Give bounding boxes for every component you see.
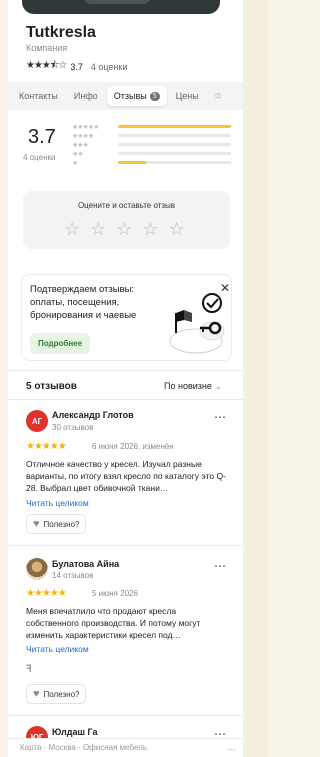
distribution-stars-icon: ★★★★ [72, 132, 94, 140]
star-icon[interactable]: ☆ [90, 219, 106, 239]
distribution-bar [118, 125, 231, 128]
distribution-stars-icon: ★★★★★ [72, 123, 99, 131]
rating-stars-icon: ★★★⯪☆ [26, 60, 67, 71]
tab-bar: Контакты Инфо Отзывы 5 Цены Ф [8, 82, 243, 110]
map-edge [245, 0, 268, 757]
read-more-link[interactable]: Читать целиком [26, 498, 89, 508]
distribution-bar [118, 134, 231, 137]
review-stars-icon: ★★★★★ [26, 441, 67, 452]
verified-reviews-banner: Подтверждаем отзывы: оплаты, посещения, … [21, 274, 232, 361]
distribution-bar [118, 143, 231, 146]
distribution-bar [118, 161, 231, 164]
more-icon[interactable]: ... [228, 742, 236, 752]
chevron-down-icon: ⌄ [214, 382, 222, 391]
rating-count: 4 оценки [90, 61, 128, 72]
star-icon[interactable]: ☆ [169, 219, 185, 239]
summary-rating: 3.7 [28, 126, 56, 148]
star-icon[interactable]: ☆ [64, 219, 80, 239]
tab-info[interactable]: Инфо [67, 86, 105, 106]
distribution-row: ★★★★ [72, 131, 232, 140]
review-text: Меня впечатлило что продают кресла собст… [26, 606, 201, 640]
breadcrumb: Карта · Москва · Офисная мебель ... [8, 738, 243, 757]
owner-response-icon: ꟻ [26, 664, 32, 675]
useful-label: Полезно? [43, 519, 80, 529]
useful-button[interactable]: ♥ Полезно? [26, 684, 87, 704]
review-card: АГ Александр Глотов 30 отзывов ⋯ ★★★★★ 6… [8, 400, 243, 546]
author-review-count: 14 отзывов [52, 571, 94, 580]
review-date: 6 июня 2026, изменён [92, 442, 174, 451]
read-more-link[interactable]: Читать целиком [26, 644, 89, 654]
more-button[interactable]: Подробнее [30, 333, 91, 354]
summary-count: 4 оценки [23, 153, 56, 162]
review-stars-icon: ★★★★★ [26, 588, 67, 599]
header-rating[interactable]: ★★★⯪☆ 3.7 4 оценки [26, 58, 127, 75]
company-category: Компания [26, 43, 68, 53]
distribution-stars-icon: ★★ [72, 150, 84, 158]
review-card: Булатова Айна 14 отзывов ⋯ ★★★★★ 5 июня … [8, 546, 243, 716]
distribution-row: ★ [72, 158, 232, 167]
distribution-row: ★★ [72, 149, 232, 158]
distribution-fill [118, 161, 147, 164]
tab-reviews-label: Отзывы [113, 91, 147, 101]
review-author[interactable]: Юлдаш Га [52, 727, 97, 737]
heart-icon: ♥ [33, 518, 40, 530]
distribution-fill [118, 125, 231, 128]
promo-text: Подтверждаем отзывы: оплаты, посещения, … [30, 284, 137, 321]
more-options-icon[interactable]: ⋯ [214, 560, 227, 572]
distribution-stars-icon: ★ [72, 159, 78, 167]
tab-contacts[interactable]: Контакты [12, 86, 65, 106]
tab-photos[interactable]: Ф [208, 86, 229, 106]
distribution-row: ★★★ [72, 140, 232, 149]
useful-button[interactable]: ♥ Полезно? [26, 514, 87, 534]
sort-dropdown[interactable]: По новизне ⌄ [164, 381, 222, 391]
header-photo[interactable] [22, 0, 220, 14]
place-card-panel: Tutkresla Компания ★★★⯪☆ 3.7 4 оценки Ко… [8, 0, 244, 757]
review-author[interactable]: Александр Глотов [52, 410, 134, 420]
breadcrumb-text[interactable]: Карта · Москва · Офисная мебель [20, 743, 147, 752]
review-date: 5 июня 2026 [92, 589, 138, 598]
review-author[interactable]: Булатова Айна [52, 559, 119, 569]
rating-distribution: ★★★★★ ★★★★ ★★★ ★★ ★ [72, 122, 232, 167]
distribution-stars-icon: ★★★ [72, 141, 89, 149]
review-text: Отличное качество у кресел. Изучал разны… [26, 459, 226, 493]
rating-value: 3.7 [70, 61, 83, 72]
rate-and-review-box: Оцените и оставьте отзыв ☆ ☆ ☆ ☆ ☆ [23, 191, 230, 249]
star-icon[interactable]: ☆ [142, 219, 158, 239]
star-icon[interactable]: ☆ [116, 219, 132, 239]
useful-label: Полезно? [43, 689, 80, 699]
tab-prices[interactable]: Цены [169, 86, 206, 106]
reviews-header: 5 отзывов По новизне ⌄ [8, 370, 243, 400]
rate-prompt-label: Оцените и оставьте отзыв [77, 201, 176, 210]
verified-illustration-icon [169, 293, 225, 354]
rate-stars: ☆ ☆ ☆ ☆ ☆ [64, 219, 185, 239]
distribution-row: ★★★★★ [72, 122, 232, 131]
avatar[interactable] [26, 558, 48, 580]
distribution-bar [118, 152, 231, 155]
sort-label: По новизне [164, 381, 212, 391]
author-review-count: 30 отзывов [52, 423, 94, 432]
page-title: Tutkresla [26, 24, 96, 41]
reviews-count-badge: 5 [149, 91, 160, 101]
more-options-icon[interactable]: ⋯ [214, 411, 227, 423]
avatar[interactable]: АГ [26, 410, 48, 432]
tab-reviews[interactable]: Отзывы 5 [106, 86, 167, 106]
heart-icon: ♥ [33, 688, 40, 700]
reviews-count: 5 отзывов [26, 381, 77, 392]
